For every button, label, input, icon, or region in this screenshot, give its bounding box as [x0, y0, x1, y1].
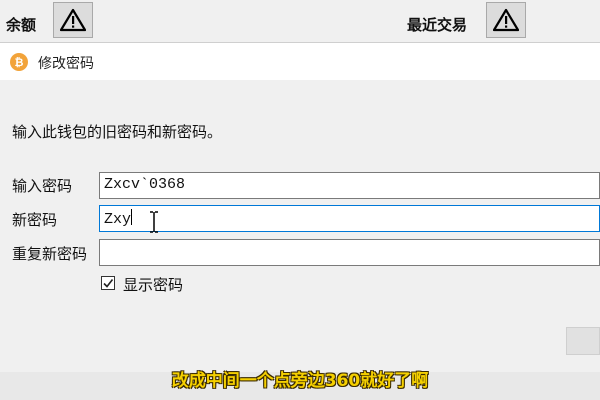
checkmark-icon	[103, 279, 114, 288]
old-password-input[interactable]: Zxcv`0368	[99, 172, 600, 199]
instruction-text: 输入此钱包的旧密码和新密码。	[12, 123, 223, 141]
new-password-value: Zxy	[104, 211, 132, 228]
screen: 余额 最近交易 ₿ 修改密码 输入此钱包的旧密码和新密码。 输入密码 Zxcv`…	[0, 0, 600, 400]
balance-label: 余额	[6, 16, 37, 34]
old-password-value: Zxcv`0368	[104, 176, 186, 193]
old-password-label: 输入密码	[12, 177, 73, 195]
bitcoin-icon: ₿	[10, 53, 28, 71]
warning-icon	[493, 8, 519, 32]
dialog-titlebar[interactable]: ₿ 修改密码	[0, 43, 600, 80]
recent-tx-warning-button[interactable]	[486, 2, 526, 38]
ibeam-cursor-icon	[150, 211, 158, 233]
show-password-checkbox[interactable]	[101, 276, 115, 290]
text-caret	[131, 209, 133, 225]
repeat-password-label: 重复新密码	[12, 245, 88, 263]
new-password-input[interactable]: Zxy	[99, 205, 600, 232]
warning-icon	[60, 8, 86, 32]
recent-transactions-label: 最近交易	[407, 16, 468, 34]
balance-warning-button[interactable]	[53, 2, 93, 38]
dialog-title: 修改密码	[38, 56, 94, 72]
partial-button[interactable]	[566, 327, 600, 355]
repeat-password-input[interactable]	[99, 239, 600, 266]
video-caption: 改成中间一个点旁边360就好了啊	[171, 371, 429, 391]
background-toolbar: 余额 最近交易	[0, 0, 600, 42]
new-password-label: 新密码	[12, 211, 58, 229]
change-password-dialog: ₿ 修改密码 输入此钱包的旧密码和新密码。 输入密码 Zxcv`0368 新密码…	[0, 42, 600, 373]
show-password-label[interactable]: 显示密码	[123, 274, 183, 295]
